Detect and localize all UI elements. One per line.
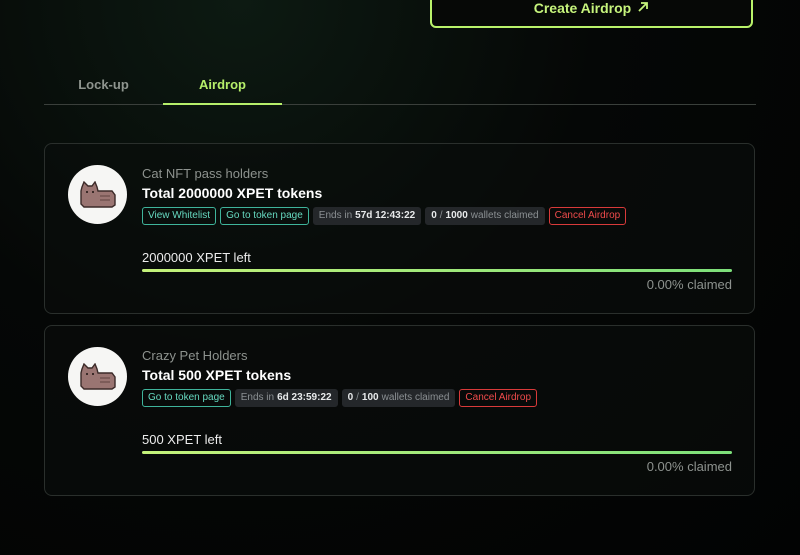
progress-bar: [142, 451, 732, 454]
wallets-claimed-count: 0: [347, 392, 354, 403]
tab-bar: Lock-up Airdrop: [44, 64, 756, 105]
wallets-suffix: wallets claimed: [381, 392, 450, 403]
create-airdrop-label: Create Airdrop: [533, 0, 632, 16]
wallets-suffix: wallets claimed: [470, 210, 539, 221]
wallets-total: 100: [361, 392, 379, 403]
cancel-airdrop-button[interactable]: Cancel Airdrop: [548, 207, 627, 225]
tab-lock-up[interactable]: Lock-up: [44, 64, 163, 104]
tokens-left: 500 XPET left: [142, 432, 222, 447]
airdrop-name: Crazy Pet Holders: [142, 348, 248, 363]
wallets-total: 1000: [445, 210, 468, 221]
ends-in-badge: Ends in 57d 12:43:22: [312, 207, 422, 225]
ends-in-prefix: Ends in: [240, 392, 275, 403]
wallets-separator: /: [356, 392, 359, 403]
tokens-left: 2000000 XPET left: [142, 250, 251, 265]
ends-in-value: 57d 12:43:22: [355, 210, 416, 221]
claimed-percent: 0.00% claimed: [646, 459, 732, 474]
cat-avatar-icon: [68, 347, 127, 406]
claimed-percent: 0.00% claimed: [646, 277, 732, 292]
wallets-separator: /: [439, 210, 443, 221]
airdrop-card: Cat NFT pass holders Total 2000000 XPET …: [44, 143, 755, 314]
go-to-token-page-button[interactable]: Go to token page: [220, 207, 309, 225]
tab-airdrop[interactable]: Airdrop: [163, 64, 282, 105]
cancel-airdrop-button[interactable]: Cancel Airdrop: [459, 389, 538, 407]
create-airdrop-button[interactable]: Create Airdrop: [430, 0, 753, 28]
wallets-claimed-badge: 0 / 1000 wallets claimed: [425, 207, 545, 225]
ends-in-value: 6d 23:59:22: [277, 392, 332, 403]
go-to-token-page-button[interactable]: Go to token page: [142, 389, 231, 407]
wallets-claimed-badge: 0 / 100 wallets claimed: [341, 389, 456, 407]
progress-bar: [142, 269, 732, 272]
airdrop-card: Crazy Pet Holders Total 500 XPET tokens …: [44, 325, 755, 496]
ends-in-badge: Ends in 6d 23:59:22: [234, 389, 338, 407]
ends-in-prefix: Ends in: [318, 210, 353, 221]
arrow-up-right-icon: [637, 0, 649, 16]
airdrop-name: Cat NFT pass holders: [142, 166, 269, 181]
airdrop-total: Total 500 XPET tokens: [142, 367, 292, 383]
view-whitelist-button[interactable]: View Whitelist: [142, 207, 217, 225]
cat-avatar-icon: [68, 165, 127, 224]
airdrop-total: Total 2000000 XPET tokens: [142, 185, 323, 201]
wallets-claimed-count: 0: [431, 210, 437, 221]
